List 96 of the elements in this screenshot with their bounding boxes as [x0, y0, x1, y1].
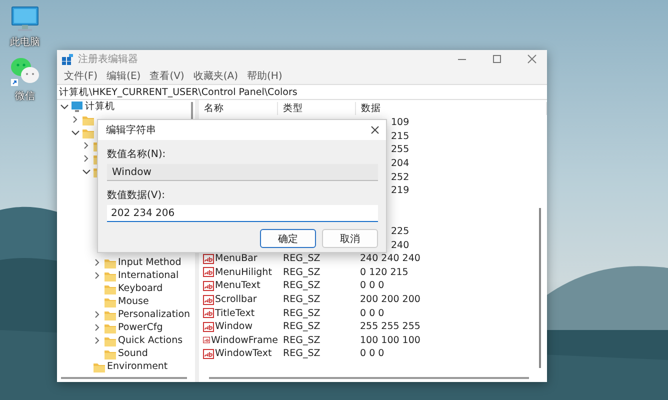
- tree-item[interactable]: Personalization: [118, 309, 190, 320]
- dialog-button[interactable]: 取消: [322, 229, 378, 248]
- value-data: 255: [390, 144, 410, 156]
- value-data: 219: [390, 185, 410, 196]
- tree-item[interactable]: International: [118, 270, 179, 281]
- string-value-icon: [203, 254, 214, 264]
- address-bar[interactable]: 计算机\HKEY_CURRENT_USER\Control Panel\Colors: [57, 84, 547, 100]
- chevron-right-icon[interactable]: [93, 310, 102, 319]
- tree-item[interactable]: Keyboard: [118, 283, 163, 294]
- string-value-icon: [203, 322, 214, 332]
- column-header[interactable]: 类型: [278, 102, 356, 114]
- menu-item[interactable]: 收藏夹(A): [189, 69, 242, 83]
- close-icon: [527, 54, 537, 64]
- tree-item[interactable]: Environment: [107, 361, 168, 372]
- value-name[interactable]: MenuText: [215, 280, 260, 292]
- value-name[interactable]: TitleText: [215, 308, 255, 319]
- field-label: 数值数据(V):: [107, 189, 166, 203]
- chevron-right-icon[interactable]: [82, 141, 91, 150]
- value-data: 0 120 215: [359, 266, 408, 278]
- value-name[interactable]: WindowFrame: [210, 334, 278, 346]
- value-type: REG_SZ: [282, 294, 322, 306]
- folder-icon: [104, 308, 116, 320]
- monitor-icon: [71, 101, 83, 112]
- string-value-icon: [203, 335, 210, 346]
- menu-item[interactable]: 编辑(E): [102, 69, 145, 83]
- value-type: REG_SZ: [282, 308, 322, 319]
- tree-item[interactable]: Mouse: [118, 296, 149, 307]
- chevron-down-icon[interactable]: [71, 128, 80, 137]
- chevron-right-icon[interactable]: [93, 336, 102, 345]
- tree-item[interactable]: Quick Actions: [118, 335, 183, 346]
- folder-icon: [104, 322, 116, 334]
- monitor-icon: [11, 6, 39, 33]
- column-header[interactable]: 名称: [199, 102, 278, 114]
- folder-icon: [82, 126, 94, 138]
- chevron-right-icon[interactable]: [93, 271, 102, 280]
- chevron-down-icon[interactable]: [82, 167, 91, 176]
- chevron-right-icon[interactable]: [71, 115, 80, 124]
- folder-icon: [104, 282, 116, 294]
- string-value-icon: [203, 348, 214, 359]
- value-data: 0 0 0: [359, 348, 384, 360]
- value-type: REG_SZ: [282, 253, 322, 264]
- menu-item[interactable]: 帮助(H): [243, 69, 286, 83]
- folder-icon: [104, 348, 116, 360]
- string-value-icon: [203, 267, 214, 278]
- field-label: 数值名称(N):: [107, 148, 167, 162]
- value-data: 100 100 100: [359, 334, 420, 346]
- value-type: REG_SZ: [282, 266, 322, 278]
- tree-item[interactable]: Sound: [118, 348, 148, 359]
- folder-icon: [104, 270, 116, 282]
- menu-item[interactable]: 查看(V): [146, 69, 188, 83]
- value-data: 255 255 255: [359, 321, 420, 332]
- value-type: REG_SZ: [282, 280, 322, 292]
- value-data: 200 200 200: [359, 294, 420, 306]
- tree-item[interactable]: 计算机: [85, 100, 115, 113]
- value-data: 0 0 0: [359, 280, 384, 292]
- value-name[interactable]: Scrollbar: [215, 294, 257, 306]
- chevron-right-icon[interactable]: [93, 258, 102, 267]
- chat-bubbles-icon: [10, 55, 40, 87]
- window-title: 注册表编辑器: [78, 52, 139, 66]
- value-name[interactable]: MenuBar: [215, 253, 258, 264]
- value-name[interactable]: WindowText: [215, 348, 272, 360]
- chevron-right-icon[interactable]: [82, 154, 91, 163]
- value-data: 240: [390, 240, 410, 251]
- tree-item[interactable]: Input Method: [118, 257, 182, 268]
- string-value-icon: [203, 294, 214, 305]
- value-data: 109: [390, 117, 410, 128]
- value-type: REG_SZ: [282, 321, 322, 332]
- chevron-right-icon[interactable]: [93, 323, 102, 332]
- string-value-icon: [203, 280, 214, 291]
- folder-icon: [82, 114, 94, 126]
- dialog-button[interactable]: 确定: [260, 229, 316, 248]
- maximize-icon: [492, 54, 502, 64]
- dialog-title: 编辑字符串: [106, 124, 157, 137]
- value-data: 0 0 0: [359, 308, 384, 319]
- value-type: REG_SZ: [282, 334, 322, 346]
- value-name[interactable]: MenuHilight: [215, 266, 272, 278]
- value-data: 240 240 240: [359, 253, 420, 264]
- folder-icon: [104, 296, 116, 308]
- tree-item[interactable]: PowerCfg: [118, 322, 163, 333]
- value-type: REG_SZ: [282, 348, 322, 360]
- chevron-down-icon[interactable]: [60, 102, 69, 111]
- value-data: 252: [390, 172, 410, 183]
- column-header[interactable]: 数据: [356, 102, 547, 114]
- value-data: 204: [390, 158, 410, 170]
- folder-icon: [93, 360, 105, 372]
- menu-item[interactable]: 文件(F): [60, 69, 102, 83]
- registry-blocks-icon: [62, 54, 73, 64]
- folder-icon: [104, 256, 116, 268]
- folder-icon: [104, 334, 116, 346]
- value-data: 225: [390, 226, 410, 238]
- value-data-field[interactable]: 202 234 206: [107, 205, 378, 222]
- value-name[interactable]: Window: [215, 321, 252, 332]
- value-name-field[interactable]: Window: [107, 164, 378, 181]
- value-data: 215: [390, 130, 410, 142]
- string-value-icon: [203, 308, 214, 318]
- close-icon: [371, 126, 379, 134]
